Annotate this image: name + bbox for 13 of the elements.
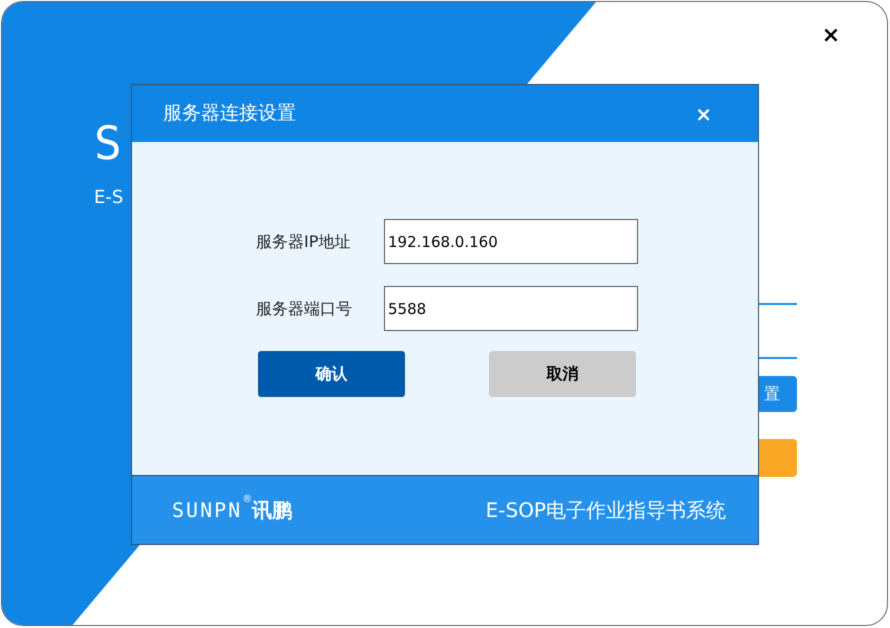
logo-text: S [94, 120, 128, 166]
close-button[interactable]: × [695, 104, 712, 124]
input-field[interactable]: 192.168.0.160 [384, 219, 638, 264]
dialog-title: 服务器连接设置 [163, 101, 296, 126]
cancel-button[interactable]: 取消 [489, 351, 636, 397]
brand-logo: SUNPN®讯鹏 [172, 495, 292, 524]
field-label: 服务器端口号 [256, 298, 353, 320]
confirm-button[interactable]: 确认 [258, 351, 405, 397]
field-label: 服务器IP地址 [256, 230, 352, 252]
system-title: E-SOP电子作业指导书系统 [486, 497, 726, 524]
input-field[interactable]: 5588 [384, 286, 638, 331]
subtitle-text: E-S [94, 186, 124, 210]
close-button[interactable]: × [818, 22, 844, 50]
